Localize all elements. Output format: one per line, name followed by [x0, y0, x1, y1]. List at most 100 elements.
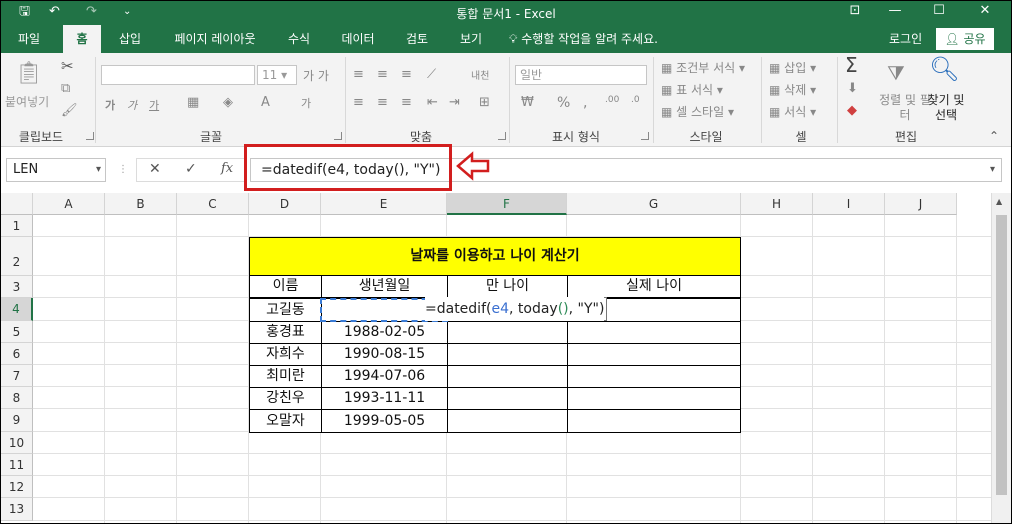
table-title[interactable]: 날짜를 이용하고 나이 계산기 — [249, 237, 741, 276]
restore-ribbon-icon[interactable]: ⊡ — [835, 1, 875, 23]
name-cell[interactable]: 홍경표 — [249, 321, 322, 344]
column-header-b[interactable]: B — [105, 193, 177, 215]
increase-decimal-icon[interactable]: .00 — [605, 95, 619, 105]
clipboard-launcher-icon[interactable] — [86, 132, 94, 140]
delete-cells-button[interactable]: ▦ 삭제 ▾ — [769, 81, 816, 98]
login-link[interactable]: 로그인 — [889, 25, 922, 53]
autosum-icon[interactable]: Σ — [845, 53, 858, 77]
scroll-thumb[interactable] — [996, 215, 1007, 495]
bold-button[interactable]: 가 — [105, 97, 115, 113]
clear-icon[interactable]: ◆ — [847, 103, 857, 118]
name-box[interactable]: LEN ▾ — [6, 158, 106, 182]
close-button[interactable]: ✕ — [965, 1, 1005, 23]
font-size-box[interactable]: 11 ▾ — [257, 65, 297, 85]
font-name-box[interactable] — [101, 65, 255, 85]
column-header-c[interactable]: C — [177, 193, 249, 215]
row-header-7[interactable]: 7 — [1, 365, 33, 387]
header-age[interactable]: 만 나이 — [447, 275, 568, 298]
column-header-h[interactable]: H — [741, 193, 813, 215]
cell-styles-button[interactable]: ▦ 셀 스타일 ▾ — [661, 103, 734, 120]
font-color-icon[interactable]: A — [261, 95, 270, 110]
align-middle-icon[interactable]: ≡ — [377, 67, 388, 82]
row-header-3[interactable]: 3 — [1, 276, 33, 298]
copy-icon[interactable]: ⧉ — [61, 81, 70, 96]
header-birth[interactable]: 생년월일 — [321, 275, 448, 298]
tab-file[interactable]: 파일 — [7, 25, 51, 53]
share-button[interactable]: 👤︎ 공유 — [936, 28, 994, 50]
tab-view[interactable]: 보기 — [449, 25, 493, 53]
age-cell[interactable] — [447, 343, 568, 366]
conditional-format-button[interactable]: ▦ 조건부 서식 ▾ — [661, 59, 745, 76]
maximize-button[interactable]: ☐ — [919, 1, 959, 23]
find-select-icon[interactable]: 🔍︎ — [929, 55, 959, 83]
fill-icon[interactable]: ⬇ — [847, 81, 858, 96]
column-header-e[interactable]: E — [321, 193, 447, 215]
name-cell[interactable]: 자희수 — [249, 343, 322, 366]
chevron-down-icon[interactable]: ▾ — [96, 159, 101, 181]
age-cell[interactable] — [447, 409, 568, 433]
row-header-2[interactable]: 2 — [1, 237, 33, 276]
align-right-icon[interactable]: ≡ — [401, 95, 412, 110]
real-age-cell[interactable] — [567, 343, 741, 366]
scroll-up-icon[interactable]: ▲ — [996, 197, 1002, 206]
insert-cells-button[interactable]: ▦ 삽입 ▾ — [769, 59, 816, 76]
indent-icon[interactable]: ⇤ — [427, 95, 438, 110]
expand-formula-icon[interactable]: ▾ — [990, 159, 995, 181]
enter-icon[interactable]: ✓ — [185, 161, 197, 177]
insert-function-icon[interactable]: fx — [221, 161, 233, 176]
decrease-decimal-icon[interactable]: .0 — [631, 95, 640, 105]
fill-color-icon[interactable]: ◈ — [223, 95, 233, 110]
name-cell[interactable]: 오말자 — [249, 409, 322, 433]
align-top-icon[interactable]: ≡ — [353, 67, 364, 82]
real-age-cell[interactable] — [567, 387, 741, 410]
birth-cell[interactable]: 1993-11-11 — [321, 387, 448, 410]
alignment-launcher-icon[interactable] — [498, 132, 506, 140]
tab-page-layout[interactable]: 페이지 레이아웃 — [163, 25, 267, 53]
resize-handle-icon[interactable]: ⋮ — [118, 164, 128, 175]
row-header-6[interactable]: 6 — [1, 343, 33, 365]
tab-formulas[interactable]: 수식 — [277, 25, 321, 53]
align-center-icon[interactable]: ≡ — [377, 95, 388, 110]
number-format-box[interactable]: 일반 — [515, 65, 647, 85]
cancel-icon[interactable]: ✕ — [149, 161, 161, 177]
number-launcher-icon[interactable] — [641, 132, 649, 140]
name-cell[interactable]: 최미란 — [249, 365, 322, 388]
birth-cell[interactable]: 1994-07-06 — [321, 365, 448, 388]
format-cells-button[interactable]: ▦ 서식 ▾ — [769, 103, 816, 120]
row-header-4[interactable]: 4 — [1, 298, 33, 321]
column-header-f[interactable]: F — [447, 193, 567, 215]
currency-icon[interactable]: ₩ — [521, 95, 534, 110]
font-launcher-icon[interactable] — [334, 132, 342, 140]
border-icon[interactable]: ▦ — [187, 95, 199, 110]
select-all-corner[interactable] — [1, 193, 33, 215]
age-cell[interactable] — [447, 387, 568, 410]
merge-center-icon[interactable]: ⊞ — [479, 95, 490, 110]
format-painter-icon[interactable]: 🖌︎ — [61, 103, 78, 118]
real-age-cell[interactable] — [567, 365, 741, 388]
font-grow-shrink[interactable]: 가 가 — [303, 67, 329, 84]
age-cell[interactable] — [447, 321, 568, 344]
row-header-13[interactable]: 13 — [1, 498, 33, 521]
phonetic-icon[interactable]: 가 — [301, 95, 311, 111]
column-header-i[interactable]: I — [813, 193, 885, 215]
orientation-icon[interactable]: ⟋ — [427, 67, 436, 82]
birth-cell[interactable]: 1988-02-05 — [321, 321, 448, 344]
align-bottom-icon[interactable]: ≡ — [401, 67, 412, 82]
tab-insert[interactable]: 삽입 — [109, 25, 151, 53]
row-header-5[interactable]: 5 — [1, 321, 33, 343]
tab-data[interactable]: 데이터 — [331, 25, 385, 53]
format-table-button[interactable]: ▦ 표 서식 ▾ — [661, 81, 723, 98]
real-age-cell[interactable] — [567, 409, 741, 433]
tab-review[interactable]: 검토 — [395, 25, 439, 53]
minimize-button[interactable]: — — [875, 1, 915, 23]
birth-cell[interactable]: 1990-08-15 — [321, 343, 448, 366]
name-cell[interactable]: 강친우 — [249, 387, 322, 410]
vertical-scrollbar[interactable]: ▲ — [991, 193, 1011, 523]
row-header-8[interactable]: 8 — [1, 387, 33, 409]
outdent-icon[interactable]: ⇥ — [449, 95, 460, 110]
percent-icon[interactable]: % — [557, 95, 570, 111]
row-header-11[interactable]: 11 — [1, 454, 33, 476]
underline-button[interactable]: 가 — [149, 97, 159, 113]
real-age-cell[interactable] — [567, 321, 741, 344]
row-header-10[interactable]: 10 — [1, 432, 33, 454]
